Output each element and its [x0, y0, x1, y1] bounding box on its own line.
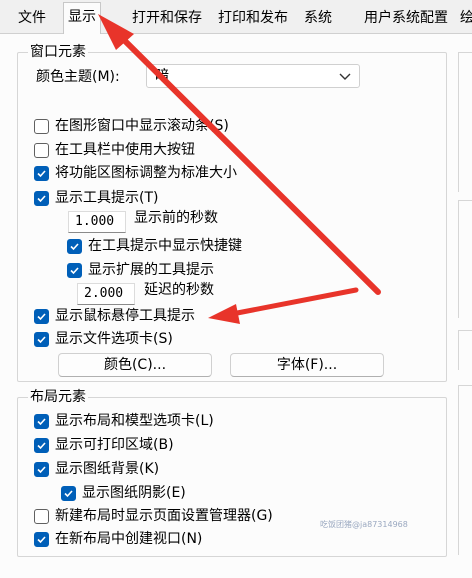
color-theme-select[interactable]: 暗: [146, 64, 360, 88]
check-icon: [37, 441, 46, 449]
right-group-clipped-4: [458, 385, 472, 555]
check-icon: [37, 194, 46, 202]
tooltip-delay-label: 显示前的秒数: [134, 210, 218, 226]
checkbox-box[interactable]: [34, 142, 49, 158]
checkbox-show-shortcut-keys[interactable]: 在工具提示中显示快捷键: [67, 236, 242, 256]
color-theme-value: 暗: [155, 68, 169, 84]
checkbox-box[interactable]: [34, 437, 49, 453]
checkbox-label: 显示布局和模型选项卡(L): [55, 413, 214, 429]
checkbox-label: 显示工具提示(T): [55, 190, 159, 206]
checkbox-label: 将功能区图标调整为标准大小: [55, 165, 237, 181]
check-icon: [37, 417, 46, 425]
checkbox-show-scrollbars[interactable]: 在图形窗口中显示滚动条(S): [34, 116, 229, 136]
checkbox-label: 在工具栏中使用大按钮: [55, 142, 195, 158]
checkbox-box[interactable]: [34, 308, 49, 324]
check-icon: [37, 335, 46, 343]
checkbox-box[interactable]: [61, 485, 76, 501]
tab-display[interactable]: 显示: [63, 2, 101, 35]
checkbox-show-file-tabs[interactable]: 显示文件选项卡(S): [34, 329, 173, 349]
checkbox-box[interactable]: [34, 331, 49, 347]
checkbox-create-viewport[interactable]: 在新布局中创建视口(N): [34, 529, 202, 549]
checkbox-label: 显示图纸背景(K): [55, 461, 160, 477]
extended-delay-label: 延迟的秒数: [144, 282, 214, 298]
checkbox-box[interactable]: [67, 262, 82, 278]
watermark-text: 吃饭团猪@ja87314968: [320, 520, 408, 529]
checkbox-show-paper-shadow[interactable]: 显示图纸阴影(E): [61, 483, 186, 503]
chevron-down-icon: [339, 73, 351, 80]
tab-open-save[interactable]: 打开和保存: [128, 6, 206, 34]
colors-button[interactable]: 颜色(C)...: [58, 353, 212, 377]
right-group-clipped-2: [458, 200, 472, 318]
checkbox-label: 显示鼠标悬停工具提示: [55, 308, 195, 324]
checkbox-resize-ribbon-icons[interactable]: 将功能区图标调整为标准大小: [34, 163, 237, 183]
fonts-button[interactable]: 字体(F)...: [230, 353, 384, 377]
right-group-clipped-1: [458, 52, 472, 192]
check-icon: [37, 465, 46, 473]
checkbox-show-layout-model-tabs[interactable]: 显示布局和模型选项卡(L): [34, 411, 214, 431]
color-theme-label: 颜色主题(M):: [36, 69, 120, 85]
checkbox-box[interactable]: [34, 508, 49, 524]
checkbox-box[interactable]: [34, 165, 49, 181]
checkbox-label: 显示可打印区域(B): [55, 437, 174, 453]
checkbox-show-printable-area[interactable]: 显示可打印区域(B): [34, 435, 174, 455]
tab-plot-publish[interactable]: 打印和发布: [214, 6, 292, 34]
tab-drafting[interactable]: 绘: [456, 6, 472, 34]
window-elements-title: 窗口元素: [28, 43, 88, 61]
checkbox-box[interactable]: [34, 118, 49, 134]
options-tab-bar: 文件 显示 打开和保存 打印和发布 系统 用户系统配置 绘: [0, 0, 472, 35]
tab-user-preferences[interactable]: 用户系统配置: [360, 6, 452, 34]
checkbox-show-paper-background[interactable]: 显示图纸背景(K): [34, 459, 159, 479]
checkbox-show-tooltips[interactable]: 显示工具提示(T): [34, 188, 158, 208]
checkbox-show-rollover-tooltips[interactable]: 显示鼠标悬停工具提示: [34, 306, 195, 326]
tab-system[interactable]: 系统: [300, 6, 336, 34]
checkbox-label: 在新布局中创建视口(N): [55, 531, 203, 547]
checkbox-label: 在图形窗口中显示滚动条(S): [55, 118, 229, 134]
check-icon: [70, 266, 79, 274]
checkbox-box[interactable]: [34, 461, 49, 477]
checkbox-label: 显示扩展的工具提示: [88, 262, 214, 278]
checkbox-show-page-setup-manager[interactable]: 新建布局时显示页面设置管理器(G): [34, 506, 273, 526]
extended-delay-input[interactable]: 2.000: [77, 283, 135, 305]
checkbox-label: 新建布局时显示页面设置管理器(G): [55, 508, 273, 524]
checkbox-box[interactable]: [34, 413, 49, 429]
right-group-clipped-3: [458, 330, 472, 370]
check-icon: [64, 489, 73, 497]
check-icon: [37, 169, 46, 177]
checkbox-box[interactable]: [67, 238, 82, 254]
layout-elements-title: 布局元素: [28, 388, 88, 406]
checkbox-large-buttons[interactable]: 在工具栏中使用大按钮: [34, 140, 195, 160]
checkbox-label: 在工具提示中显示快捷键: [88, 238, 242, 254]
checkbox-label: 显示文件选项卡(S): [55, 331, 173, 347]
checkbox-box[interactable]: [34, 190, 49, 206]
tooltip-delay-input[interactable]: 1.000: [68, 211, 126, 233]
check-icon: [37, 535, 46, 543]
checkbox-show-extended-tooltips[interactable]: 显示扩展的工具提示: [67, 260, 214, 280]
check-icon: [37, 312, 46, 320]
check-icon: [70, 242, 79, 250]
checkbox-box[interactable]: [34, 531, 49, 547]
checkbox-label: 显示图纸阴影(E): [82, 485, 186, 501]
tab-file[interactable]: 文件: [14, 6, 50, 34]
